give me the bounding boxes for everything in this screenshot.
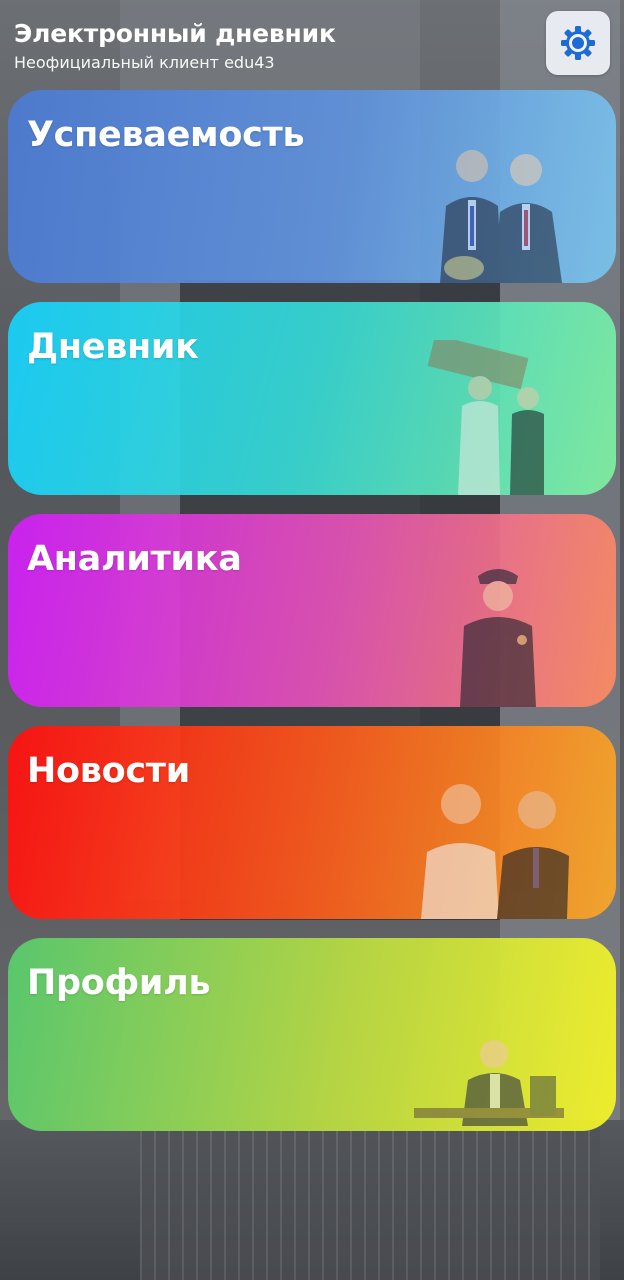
app-header: Электронный дневник Неофициальный клиент… (14, 18, 336, 74)
menu-card-performance[interactable]: Успеваемость (8, 90, 616, 283)
menu-card-label: Дневник (27, 327, 199, 367)
gear-icon (561, 26, 595, 60)
menu-card-label: Аналитика (27, 539, 242, 579)
two-students-in-suits-photo (440, 150, 562, 283)
menu-card-label: Новости (27, 751, 190, 791)
settings-button[interactable] (546, 11, 610, 75)
menu-card-analytics[interactable]: Аналитика (8, 514, 616, 707)
menu-card-profile[interactable]: Профиль (8, 938, 616, 1131)
student-on-bench-photo (414, 1040, 564, 1126)
menu-card-label: Успеваемость (27, 115, 305, 155)
students-carrying-box-photo (427, 340, 544, 495)
app-title: Электронный дневник (14, 19, 336, 48)
main-menu: Успеваемость Дневник Аналитика Новости П… (8, 90, 616, 1150)
two-students-posing-photo (421, 784, 569, 919)
menu-card-news[interactable]: Новости (8, 726, 616, 919)
menu-card-label: Профиль (27, 963, 211, 1003)
menu-card-diary[interactable]: Дневник (8, 302, 616, 495)
app-subtitle: Неофициальный клиент edu43 (14, 53, 275, 72)
student-in-police-uniform-photo (460, 569, 536, 707)
